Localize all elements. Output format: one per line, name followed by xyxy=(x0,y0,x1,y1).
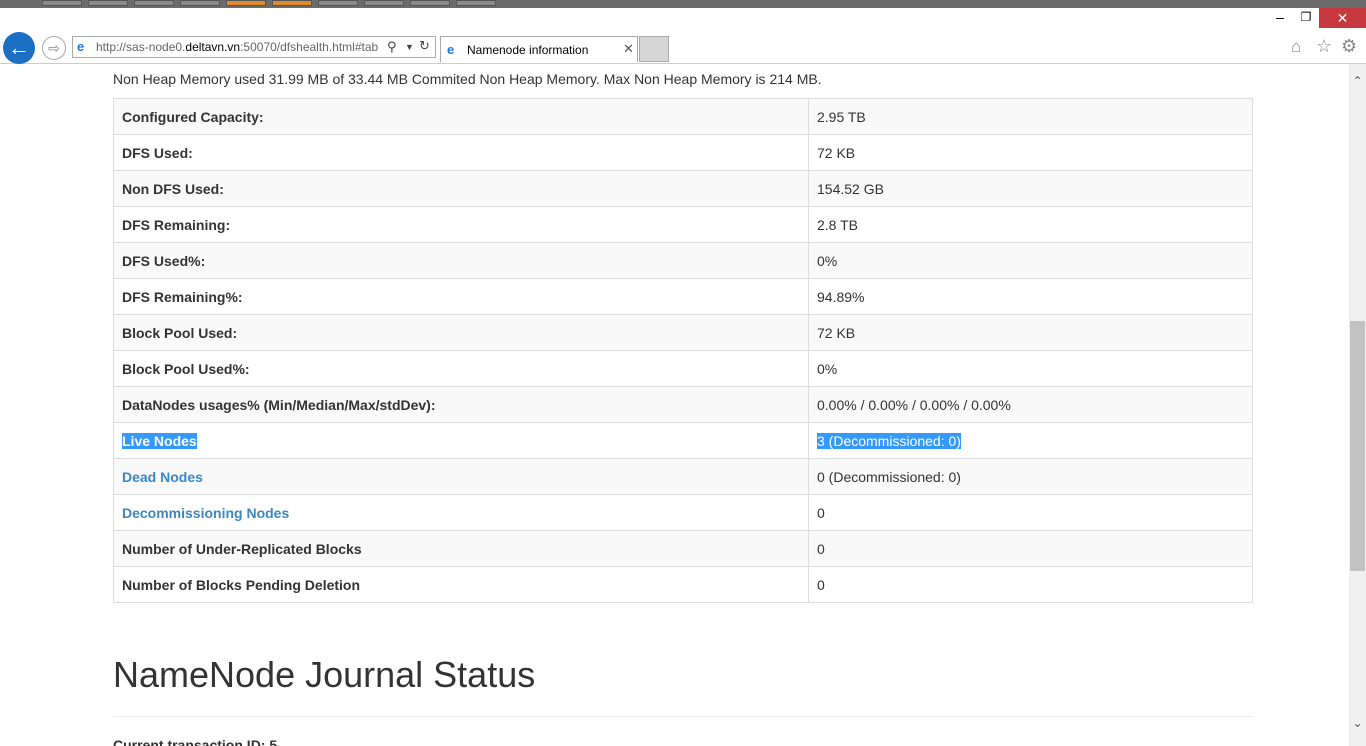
taskbar-item[interactable] xyxy=(180,0,220,6)
scroll-thumb[interactable] xyxy=(1350,321,1365,571)
dropdown-arrow-icon[interactable]: ▼ xyxy=(405,39,414,55)
section-divider xyxy=(113,716,1253,717)
row-label: DFS Used%: xyxy=(113,242,809,279)
taskbar-item[interactable] xyxy=(364,0,404,6)
table-row: Block Pool Used%: 0% xyxy=(113,350,1253,387)
decommissioning-nodes-link[interactable]: Decommissioning Nodes xyxy=(122,505,289,521)
row-label: DFS Remaining%: xyxy=(113,278,809,315)
table-row: DFS Used%: 0% xyxy=(113,242,1253,279)
taskbar-item[interactable] xyxy=(272,0,312,6)
taskbar-item[interactable] xyxy=(134,0,174,6)
scroll-down-icon[interactable]: ⌄ xyxy=(1349,716,1366,730)
taskbar-item[interactable] xyxy=(88,0,128,6)
tab-title: Namenode information xyxy=(467,43,589,57)
ie-tab-icon: e xyxy=(447,42,455,57)
scroll-up-icon[interactable]: ⌃ xyxy=(1349,74,1366,88)
taskbar-item[interactable] xyxy=(318,0,358,6)
favorites-star-icon[interactable]: ☆ xyxy=(1316,36,1332,57)
home-icon[interactable]: ⌂ xyxy=(1291,37,1301,57)
live-nodes-link[interactable]: Live Nodes xyxy=(122,432,197,449)
row-label: DFS Remaining: xyxy=(113,206,809,243)
table-row: Block Pool Used: 72 KB xyxy=(113,314,1253,351)
row-value: 0 xyxy=(808,530,1253,567)
back-button[interactable]: ← xyxy=(3,32,35,64)
non-heap-memory-text: Non Heap Memory used 31.99 MB of 33.44 M… xyxy=(113,71,822,87)
table-row: DFS Remaining%: 94.89% xyxy=(113,278,1253,315)
taskbar-item[interactable] xyxy=(456,0,496,6)
row-value: 154.52 GB xyxy=(808,170,1253,207)
row-label: Number of Under-Replicated Blocks xyxy=(113,530,809,567)
tab-namenode-information[interactable]: e Namenode information ✕ xyxy=(440,36,638,62)
back-arrow-icon: ← xyxy=(8,35,30,60)
row-value: 0 (Decommissioned: 0) xyxy=(808,458,1253,495)
row-label: Block Pool Used%: xyxy=(113,350,809,387)
table-row: DFS Remaining: 2.8 TB xyxy=(113,206,1253,243)
row-label: DataNodes usages% (Min/Median/Max/stdDev… xyxy=(113,386,809,423)
row-value: 72 KB xyxy=(808,314,1253,351)
taskbar-item[interactable] xyxy=(410,0,450,6)
minimize-button[interactable]: – xyxy=(1268,8,1292,28)
row-label: Non DFS Used: xyxy=(113,170,809,207)
ie-page-icon: e xyxy=(77,39,85,54)
row-label-cell: Dead Nodes xyxy=(113,458,809,495)
table-row: DataNodes usages% (Min/Median/Max/stdDev… xyxy=(113,386,1253,423)
row-value: 0% xyxy=(808,350,1253,387)
dfs-summary-table: Configured Capacity: 2.95 TB DFS Used: 7… xyxy=(113,98,1253,603)
journal-status-heading: NameNode Journal Status xyxy=(113,654,536,695)
row-label: Block Pool Used: xyxy=(113,314,809,351)
row-value: 0 xyxy=(808,566,1253,603)
taskbar-strip xyxy=(0,0,1366,8)
row-value: 0% xyxy=(808,242,1253,279)
row-value-cell: 3 (Decommissioned: 0) xyxy=(808,422,1253,459)
forward-arrow-icon: ⇨ xyxy=(48,40,60,56)
row-value: 0.00% / 0.00% / 0.00% / 0.00% xyxy=(808,386,1253,423)
address-bar[interactable]: e http://sas-node0.deltavn.vn:50070/dfsh… xyxy=(72,36,436,58)
row-label: DFS Used: xyxy=(113,134,809,171)
restore-button[interactable]: ❐ xyxy=(1294,8,1318,28)
search-icon[interactable]: ⚲ xyxy=(387,39,397,55)
gear-icon[interactable]: ⚙ xyxy=(1341,36,1357,57)
taskbar-item[interactable] xyxy=(42,0,82,6)
row-label: Number of Blocks Pending Deletion xyxy=(113,566,809,603)
forward-button[interactable]: ⇨ xyxy=(42,36,66,60)
new-tab-button[interactable] xyxy=(639,36,669,62)
page-content: Non Heap Memory used 31.99 MB of 33.44 M… xyxy=(0,64,1349,746)
row-value: 2.95 TB xyxy=(808,98,1253,135)
row-label-cell: Live Nodes xyxy=(113,422,809,459)
tab-close-icon[interactable]: ✕ xyxy=(623,41,634,57)
table-row: Non DFS Used: 154.52 GB xyxy=(113,170,1253,207)
row-value: 2.8 TB xyxy=(808,206,1253,243)
dead-nodes-link[interactable]: Dead Nodes xyxy=(122,469,203,485)
close-window-button[interactable]: ✕ xyxy=(1319,8,1366,28)
table-row: DFS Used: 72 KB xyxy=(113,134,1253,171)
row-value: 94.89% xyxy=(808,278,1253,315)
browser-chrome: – ❐ ✕ ← ⇨ e http://sas-node0.deltavn.vn:… xyxy=(0,8,1366,64)
table-row: Number of Under-Replicated Blocks 0 xyxy=(113,530,1253,567)
table-row: Dead Nodes 0 (Decommissioned: 0) xyxy=(113,458,1253,495)
row-value: 72 KB xyxy=(808,134,1253,171)
taskbar-item[interactable] xyxy=(226,0,266,6)
row-value: 0 xyxy=(808,494,1253,531)
current-transaction-id: Current transaction ID: 5 xyxy=(113,737,278,746)
vertical-scrollbar[interactable]: ⌃ ⌄ xyxy=(1349,64,1366,746)
table-row: Number of Blocks Pending Deletion 0 xyxy=(113,566,1253,603)
live-nodes-value: 3 (Decommissioned: 0) xyxy=(817,432,961,449)
table-row: Configured Capacity: 2.95 TB xyxy=(113,98,1253,135)
table-row: Live Nodes 3 (Decommissioned: 0) xyxy=(113,422,1253,459)
refresh-icon[interactable]: ↻ xyxy=(419,38,430,54)
table-row: Decommissioning Nodes 0 xyxy=(113,494,1253,531)
row-label: Configured Capacity: xyxy=(113,98,809,135)
row-label-cell: Decommissioning Nodes xyxy=(113,494,809,531)
address-url[interactable]: http://sas-node0.deltavn.vn:50070/dfshea… xyxy=(96,40,386,54)
